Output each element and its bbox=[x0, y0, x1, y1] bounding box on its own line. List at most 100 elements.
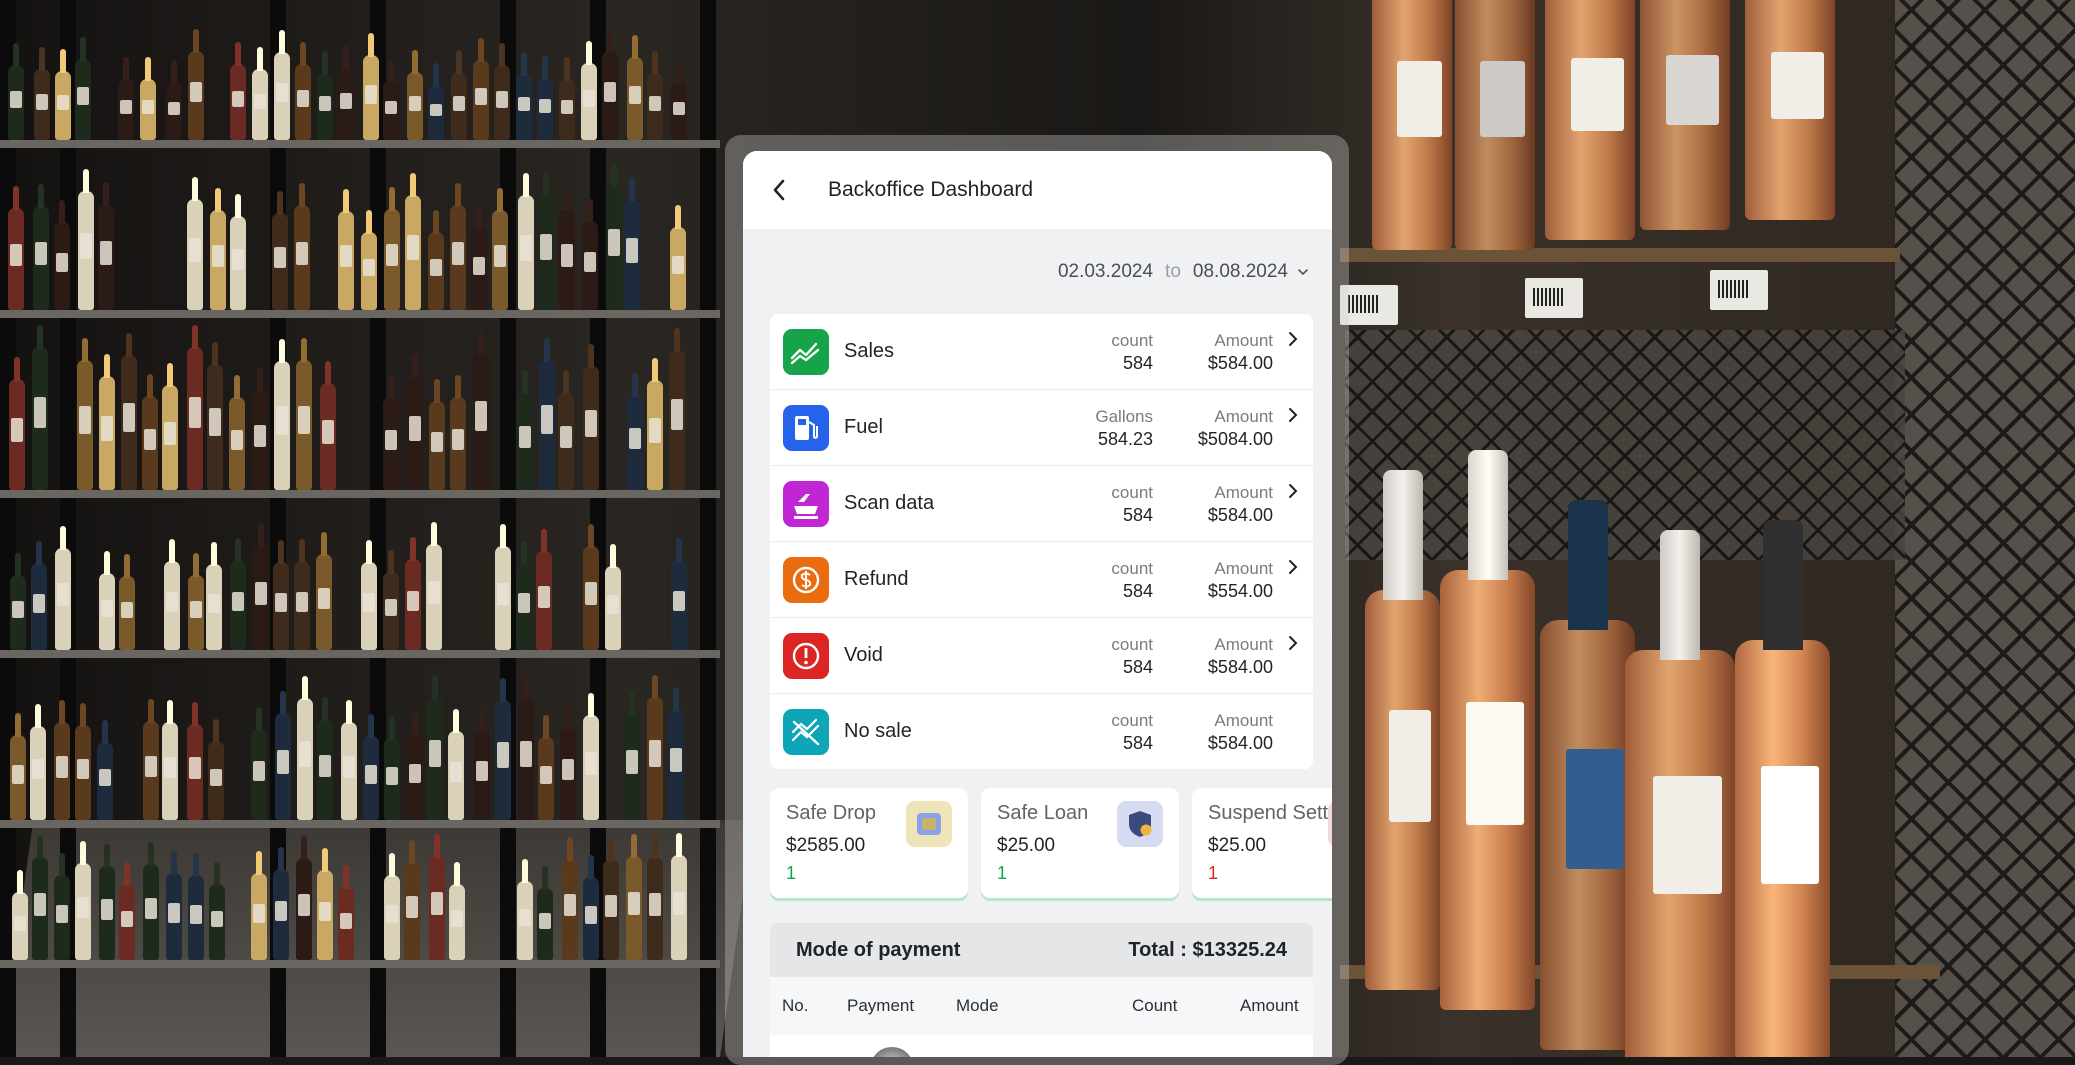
wine-bottle bbox=[558, 79, 575, 140]
column-mode: Mode bbox=[956, 996, 999, 1015]
summary-amount: Amount $5084.00 bbox=[1197, 406, 1273, 449]
wine-bottle bbox=[273, 51, 290, 140]
wine-bottle bbox=[338, 67, 355, 140]
wine-bottle bbox=[317, 719, 334, 820]
wine-bottle bbox=[294, 561, 311, 650]
shelf bbox=[0, 310, 720, 318]
wine-bottle bbox=[646, 857, 663, 960]
shelf bbox=[0, 650, 720, 658]
wine-bottle bbox=[627, 394, 644, 490]
wine-bottle bbox=[494, 546, 511, 650]
wine-bottle bbox=[97, 204, 114, 310]
wine-bottle bbox=[207, 741, 224, 820]
summary-row-scan-data[interactable]: Scan data count 584 Amount $584.00 bbox=[770, 466, 1313, 542]
wine-bottle bbox=[53, 875, 70, 960]
wine-bottle bbox=[11, 891, 28, 960]
wine-bottle bbox=[449, 396, 466, 490]
summary-primary-metric: count 584 bbox=[1111, 710, 1153, 753]
summary-row-refund[interactable]: Refund count 584 Amount $554.00 bbox=[770, 542, 1313, 618]
rose-bottle bbox=[1625, 530, 1735, 1057]
summary-row-sales[interactable]: Sales count 584 Amount $584.00 bbox=[770, 314, 1313, 390]
wine-bottle bbox=[450, 204, 467, 310]
wine-bottle bbox=[206, 364, 223, 490]
shelf bbox=[0, 820, 720, 828]
rose-bottle bbox=[1365, 470, 1440, 990]
wine-bottle bbox=[362, 735, 379, 820]
wine-bottle bbox=[9, 575, 26, 650]
payment-table-header: No. Payment Mode Count Amount bbox=[770, 977, 1313, 1035]
tile-count: 1 bbox=[1208, 863, 1219, 883]
wine-bottle bbox=[605, 185, 622, 310]
rose-bottle bbox=[1540, 500, 1635, 1050]
column-amount: Amount bbox=[1240, 996, 1299, 1015]
chevron-right-icon[interactable] bbox=[1273, 634, 1313, 678]
wine-bottle bbox=[142, 720, 159, 820]
wine-bottle bbox=[74, 725, 91, 820]
wine-bottle bbox=[272, 212, 289, 310]
payment-method-icon bbox=[870, 1047, 914, 1057]
summary-row-no-sale: No sale count 584 Amount $584.00 bbox=[770, 694, 1313, 769]
summary-amount: Amount $554.00 bbox=[1207, 558, 1273, 601]
wine-bottle bbox=[517, 880, 534, 960]
wine-bottle bbox=[96, 741, 113, 820]
payment-total: Total : $13325.24 bbox=[1128, 938, 1287, 961]
wine-bottle bbox=[429, 401, 446, 490]
wine-bottle bbox=[624, 199, 641, 310]
wine-bottle bbox=[538, 193, 555, 310]
wine-bottle bbox=[581, 220, 598, 310]
wine-bottle bbox=[319, 382, 336, 490]
chevron-right-icon[interactable] bbox=[1273, 330, 1313, 374]
date-from: 02.03.2024 bbox=[1057, 261, 1154, 282]
wine-bottle bbox=[583, 546, 600, 650]
rose-bottle bbox=[1640, 0, 1730, 230]
wine-bottle bbox=[118, 79, 135, 140]
summary-amount: Amount $584.00 bbox=[1207, 330, 1273, 373]
tile-suspend-sett[interactable]: Suspend Sett $25.00 1 bbox=[1192, 788, 1332, 898]
shelf bbox=[0, 490, 720, 498]
wine-bottle bbox=[602, 50, 619, 140]
chevron-right-icon[interactable] bbox=[1273, 406, 1313, 450]
summary-row-void[interactable]: Void count 584 Amount $584.00 bbox=[770, 618, 1313, 694]
fuel-pump-icon bbox=[783, 404, 829, 451]
chevron-right-icon[interactable] bbox=[1273, 558, 1313, 602]
wine-bottle bbox=[253, 545, 270, 650]
wine-bottle bbox=[187, 198, 204, 310]
wine-bottle bbox=[316, 72, 333, 140]
wine-bottle bbox=[537, 77, 554, 140]
back-button[interactable] bbox=[768, 179, 790, 201]
wine-bottle bbox=[626, 856, 643, 960]
summary-label: Refund bbox=[844, 568, 909, 590]
tile-safe-drop[interactable]: Safe Drop $2585.00 1 bbox=[770, 788, 968, 898]
wine-bottle bbox=[426, 543, 443, 650]
wine-bottle bbox=[165, 82, 182, 140]
cash-tiles: Safe Drop $2585.00 1 Safe Loan $25.00 1 … bbox=[770, 788, 1332, 898]
wine-bottle bbox=[187, 723, 203, 820]
wine-bottle bbox=[383, 80, 400, 140]
tile-safe-loan[interactable]: Safe Loan $25.00 1 bbox=[981, 788, 1179, 898]
wine-bottle bbox=[516, 392, 533, 490]
summary-row-fuel[interactable]: Fuel Gallons 584.23 Amount $5084.00 bbox=[770, 390, 1313, 466]
scanner-icon bbox=[783, 480, 829, 527]
date-range-selector[interactable]: 02.03.2024 to 08.08.2024 bbox=[743, 229, 1332, 315]
wine-bottle bbox=[560, 726, 577, 820]
wine-bottle bbox=[361, 561, 378, 650]
chevron-right-icon[interactable] bbox=[1273, 482, 1313, 526]
wood-shelf-top bbox=[1340, 248, 1900, 262]
wine-bottle bbox=[9, 378, 26, 490]
wine-bottle bbox=[162, 384, 179, 490]
wine-bottle bbox=[340, 721, 357, 820]
column-count: Count bbox=[1132, 996, 1178, 1015]
no-sale-icon bbox=[783, 708, 829, 755]
wine-bottle bbox=[251, 389, 268, 490]
wine-bottle bbox=[54, 547, 71, 650]
wine-bottle bbox=[668, 350, 685, 490]
wine-bottle bbox=[647, 379, 664, 490]
wine-bottle bbox=[230, 560, 247, 650]
wine-bottle bbox=[142, 863, 159, 960]
rose-bottle bbox=[1440, 450, 1535, 1010]
wine-bottle bbox=[515, 562, 532, 650]
wine-bottle bbox=[187, 875, 204, 960]
summary-label: Void bbox=[844, 644, 883, 666]
wine-bottle bbox=[668, 709, 685, 820]
table-row[interactable] bbox=[770, 1035, 1313, 1057]
